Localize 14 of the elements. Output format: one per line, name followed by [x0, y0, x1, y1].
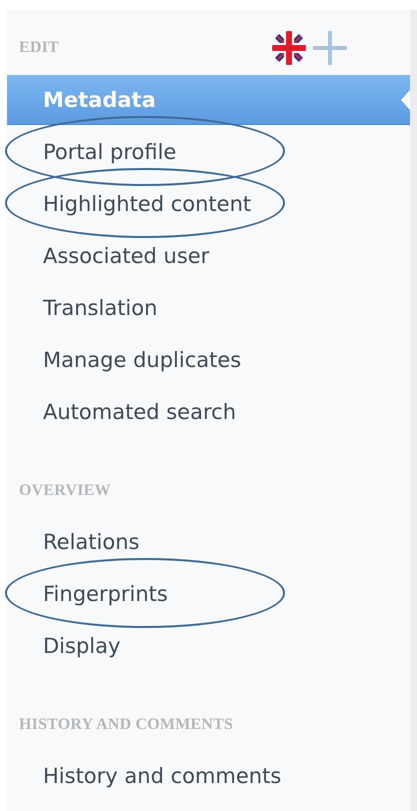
nav-item[interactable]: History and comments	[7, 750, 410, 802]
nav-item[interactable]: Fingerprints	[7, 568, 410, 620]
nav-item[interactable]: Relations	[7, 516, 410, 568]
nav-item[interactable]: Highlighted content	[7, 178, 410, 230]
section-title: HISTORY AND COMMENTS	[19, 716, 234, 734]
nav-item[interactable]: Associated user	[7, 230, 410, 282]
nav-item[interactable]: Translation	[7, 282, 410, 334]
nav-item[interactable]: Display	[7, 620, 410, 672]
flag-icon[interactable]	[272, 30, 306, 64]
nav-item[interactable]: Automated search	[7, 386, 410, 438]
section-title: EDIT	[19, 38, 59, 56]
section-title: OVERVIEW	[19, 482, 111, 500]
nav-item[interactable]: Portal profile	[7, 126, 410, 178]
nav-item[interactable]: Manage duplicates	[7, 334, 410, 386]
